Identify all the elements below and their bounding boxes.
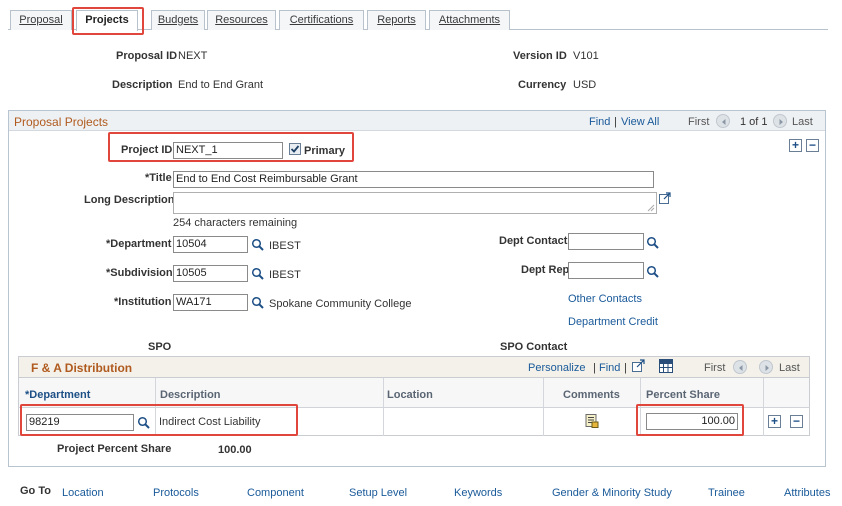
next-icon[interactable]	[773, 114, 787, 128]
description-label: Description	[112, 79, 173, 91]
highlight-fa-department	[20, 404, 298, 436]
institution-field[interactable]: WA171	[173, 294, 248, 311]
department-search-icon[interactable]	[251, 238, 265, 252]
spo-label: SPO	[148, 341, 172, 353]
dept-contact-field[interactable]	[568, 233, 644, 250]
goto-attributes-link[interactable]: Attributes	[784, 487, 830, 499]
grid-last-label: Last	[779, 362, 800, 374]
characters-remaining: 254 characters remaining	[173, 217, 298, 229]
proposal-projects-title: Proposal Projects	[14, 115, 109, 129]
project-percent-value: 100.00	[218, 444, 252, 456]
column-divider	[543, 378, 544, 436]
department-field[interactable]: 10504	[173, 236, 248, 253]
tab-resources[interactable]: Resources	[207, 10, 276, 30]
grid-previous-icon[interactable]	[733, 360, 747, 374]
column-header-location[interactable]: Location	[387, 389, 433, 401]
goto-keywords-link[interactable]: Keywords	[454, 487, 502, 499]
first-label: First	[688, 116, 710, 128]
column-header-department[interactable]: *Department	[25, 389, 90, 401]
long-description-textarea[interactable]	[173, 192, 657, 214]
tab-certifications-label: Certifications	[289, 14, 354, 26]
institution-label: *Institution	[114, 296, 172, 308]
goto-protocols-link[interactable]: Protocols	[153, 487, 199, 499]
other-contacts-link[interactable]: Other Contacts	[568, 293, 642, 305]
tab-certifications[interactable]: Certifications	[279, 10, 364, 30]
dept-contact-search-icon[interactable]	[646, 236, 660, 250]
version-id-label: Version ID	[513, 50, 567, 62]
subdivision-label: *Subdivision	[106, 267, 173, 279]
grid-next-icon[interactable]	[759, 360, 773, 374]
tab-reports[interactable]: Reports	[367, 10, 426, 30]
delete-row-button[interactable]: −	[806, 139, 819, 152]
expand-text-icon[interactable]	[659, 192, 671, 204]
goto-location-link[interactable]: Location	[62, 487, 104, 499]
tab-budgets[interactable]: Budgets	[151, 10, 205, 30]
highlight-projects-tab	[72, 7, 144, 35]
download-grid-icon[interactable]	[659, 359, 673, 373]
currency-value: USD	[573, 79, 597, 91]
tab-reports-label: Reports	[377, 14, 416, 26]
personalize-separator: |	[593, 362, 596, 374]
long-description-label: Long Description	[84, 194, 175, 206]
title-label: *Title	[145, 172, 172, 184]
goto-trainee-link[interactable]: Trainee	[708, 487, 745, 499]
currency-label: Currency	[518, 79, 567, 91]
row-count: 1 of 1	[740, 116, 768, 128]
grid-first-label: First	[704, 362, 726, 374]
subdivision-search-icon[interactable]	[251, 267, 265, 281]
column-divider	[763, 378, 764, 436]
spo-contact-label: SPO Contact	[500, 341, 568, 353]
find-separator: |	[614, 116, 617, 128]
dept-rep-search-icon[interactable]	[646, 265, 660, 279]
add-row-button[interactable]: +	[789, 139, 802, 152]
grid-find-link[interactable]: Find	[599, 362, 620, 374]
institution-search-icon[interactable]	[251, 296, 265, 310]
institution-description: Spokane Community College	[269, 298, 412, 310]
dept-contact-label: Dept Contact	[499, 235, 568, 247]
tab-resources-label: Resources	[215, 14, 268, 26]
dept-rep-field[interactable]	[568, 262, 644, 279]
last-label: Last	[792, 116, 813, 128]
version-id-value: V101	[573, 50, 599, 62]
tab-proposal-label: Proposal	[19, 14, 63, 26]
goto-gender-minority-link[interactable]: Gender & Minority Study	[552, 487, 672, 499]
go-to-label: Go To	[20, 485, 51, 497]
personalize-link[interactable]: Personalize	[528, 362, 585, 374]
fa-delete-row-button[interactable]: −	[790, 415, 803, 428]
fa-add-row-button[interactable]: +	[768, 415, 781, 428]
column-divider	[383, 378, 384, 436]
dept-rep-label: Dept Rep	[521, 264, 570, 276]
find-link[interactable]: Find	[589, 116, 610, 128]
department-credit-link[interactable]: Department Credit	[568, 316, 658, 328]
column-header-description[interactable]: Description	[160, 389, 221, 401]
tab-proposal[interactable]: Proposal	[10, 10, 72, 30]
view-all-grid-icon[interactable]	[632, 359, 646, 373]
department-label: *Department	[106, 238, 172, 250]
highlight-project-id	[108, 132, 354, 162]
view-all-link[interactable]: View All	[621, 116, 659, 128]
fa-distribution-title: F & A Distribution	[31, 361, 133, 375]
tab-budgets-label: Budgets	[157, 14, 199, 26]
goto-setup-level-link[interactable]: Setup Level	[349, 487, 407, 499]
column-header-comments[interactable]: Comments	[563, 389, 620, 401]
comments-icon[interactable]	[585, 414, 599, 428]
description-value: End to End Grant	[178, 79, 263, 91]
proposal-id-label: Proposal ID	[116, 50, 178, 62]
department-description: IBEST	[269, 240, 301, 252]
grid-find-separator: |	[624, 362, 627, 374]
tab-attachments[interactable]: Attachments	[429, 10, 510, 30]
column-header-percent-share[interactable]: Percent Share	[646, 389, 720, 401]
highlight-percent-share	[636, 404, 744, 436]
goto-component-link[interactable]: Component	[247, 487, 304, 499]
project-percent-label: Project Percent Share	[57, 443, 172, 455]
subdivision-description: IBEST	[269, 269, 301, 281]
fa-distribution-header	[18, 356, 810, 378]
tab-attachments-label: Attachments	[438, 14, 501, 26]
previous-icon[interactable]	[716, 114, 730, 128]
title-field[interactable]: End to End Cost Reimbursable Grant	[173, 171, 654, 188]
subdivision-field[interactable]: 10505	[173, 265, 248, 282]
proposal-id-value: NEXT	[178, 50, 208, 62]
